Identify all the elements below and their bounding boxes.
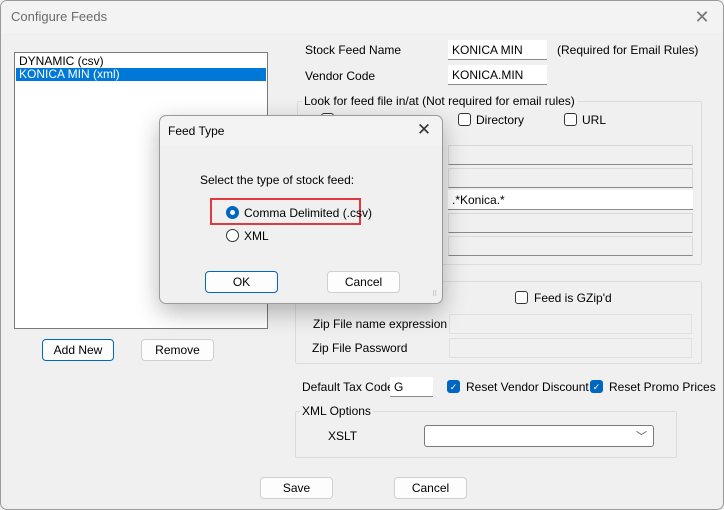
url-label: URL: [582, 113, 607, 127]
reset-vendor-discount-label: Reset Vendor Discount: [466, 380, 589, 394]
feed-field-4[interactable]: [448, 213, 693, 233]
chevron-down-icon: ﹀: [636, 431, 647, 443]
directory-checkbox[interactable]: [458, 113, 471, 126]
xml-radio-label: XML: [244, 229, 269, 243]
feed-gzip-checkbox[interactable]: [515, 291, 528, 304]
csv-radio[interactable]: [226, 206, 239, 219]
dialog-ok-button[interactable]: OK: [205, 271, 278, 293]
list-item-selected[interactable]: KONICA MIN (xml): [16, 68, 266, 81]
feed-field-2[interactable]: [448, 168, 693, 188]
default-tax-code-label: Default Tax Code: [302, 380, 394, 394]
dialog-cancel-button[interactable]: Cancel: [327, 271, 400, 293]
xslt-dropdown[interactable]: ﹀: [424, 425, 654, 447]
title-bar: Configure Feeds ✕: [1, 1, 723, 33]
dialog-title: Feed Type: [168, 124, 225, 138]
feed-field-1[interactable]: [448, 145, 693, 165]
feed-gzip-label: Feed is GZip'd: [534, 291, 612, 305]
xml-radio[interactable]: [226, 229, 239, 242]
look-for-group-label: Look for feed file in/at (Not required f…: [302, 94, 577, 108]
zip-password-input[interactable]: [449, 338, 692, 358]
dialog-close-icon[interactable]: ✕: [414, 120, 434, 140]
stock-feed-name-input[interactable]: [448, 40, 547, 60]
directory-label: Directory: [476, 113, 525, 127]
csv-radio-label: Comma Delimited (.csv): [244, 206, 373, 220]
stock-feed-name-hint: (Required for Email Rules): [557, 43, 699, 57]
save-button[interactable]: Save: [260, 477, 333, 499]
zip-password-label: Zip File Password: [312, 341, 408, 355]
feed-field-5[interactable]: [448, 236, 693, 256]
feed-type-dialog: Feed Type ✕ Select the type of stock fee…: [159, 115, 443, 304]
reset-promo-prices-label: Reset Promo Prices: [609, 380, 716, 394]
window-title: Configure Feeds: [11, 9, 108, 24]
zip-name-label: Zip File name expression: [313, 317, 448, 331]
reset-promo-prices-checkbox[interactable]: ✓: [590, 380, 603, 393]
url-checkbox[interactable]: [564, 113, 577, 126]
filename-expression-input[interactable]: [448, 190, 693, 210]
stock-feed-name-label: Stock Feed Name: [305, 43, 402, 57]
default-tax-code-input[interactable]: [390, 377, 433, 397]
resize-grip-icon[interactable]: ⠿: [432, 291, 440, 301]
dialog-title-bar: Feed Type ✕: [160, 116, 442, 146]
remove-button[interactable]: Remove: [141, 339, 214, 361]
vendor-code-input[interactable]: [448, 65, 547, 85]
close-icon[interactable]: ✕: [691, 6, 713, 28]
add-new-button[interactable]: Add New: [42, 339, 114, 361]
configure-feeds-window: Configure Feeds ✕ DYNAMIC (csv) KONICA M…: [0, 0, 724, 510]
cancel-button[interactable]: Cancel: [394, 477, 467, 499]
zip-name-input[interactable]: [449, 314, 692, 334]
xml-options-label: XML Options: [300, 404, 373, 418]
dialog-prompt: Select the type of stock feed:: [200, 173, 355, 187]
xslt-label: XSLT: [328, 429, 358, 443]
reset-vendor-discount-checkbox[interactable]: ✓: [447, 380, 460, 393]
vendor-code-label: Vendor Code: [305, 69, 376, 83]
